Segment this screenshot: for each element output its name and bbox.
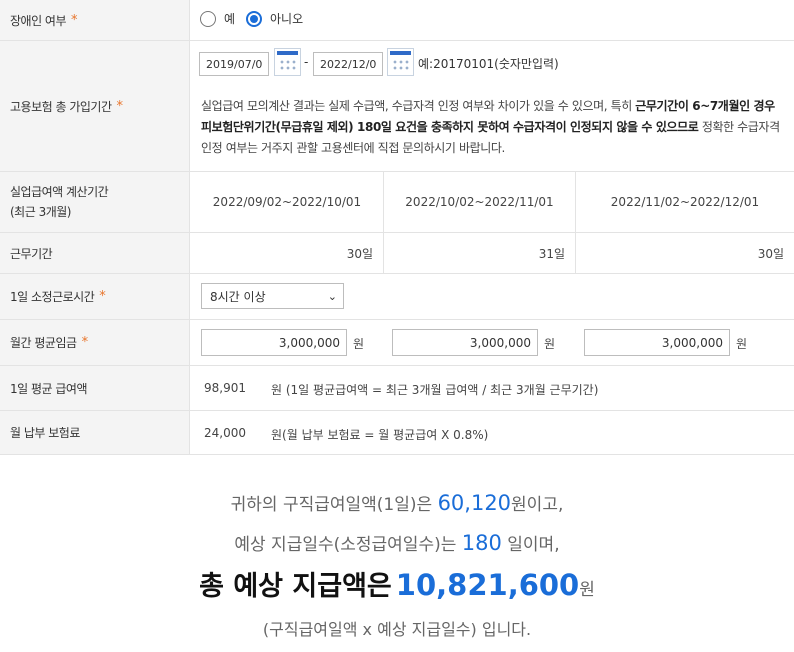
row-calc-period: 실업급여액 계산기간 (최근 3개월) 2022/09/02~2022/10/0… bbox=[0, 172, 794, 233]
date-separator: - bbox=[304, 55, 309, 69]
total-amount: 10,821,600 bbox=[395, 568, 580, 602]
insurance-period-label: 고용보험 총 가입기간 bbox=[10, 99, 112, 114]
radio-no[interactable]: 아니오 bbox=[246, 10, 303, 27]
required-mark: * bbox=[116, 98, 124, 114]
notice-part: 실업급여 모의계산 결과는 실제 수급액, 수급자격 인정 여부와 차이가 있을… bbox=[201, 99, 636, 113]
row-work-days: 근무기간 30일 31일 30일 bbox=[0, 233, 794, 274]
start-date-input[interactable] bbox=[199, 52, 269, 76]
wage-unit: 원 bbox=[353, 337, 365, 351]
result-line-4: (구직급여일액 x 예상 지급일수) 입니다. bbox=[262, 620, 532, 639]
work-days-cell: 30일 bbox=[346, 246, 373, 261]
calc-period-sublabel: (최근 3개월) bbox=[10, 205, 71, 219]
wage-unit: 원 bbox=[736, 337, 748, 351]
daily-hours-select[interactable]: 8시간 이상 ⌄ bbox=[201, 283, 344, 309]
calendar-icon[interactable] bbox=[387, 48, 414, 76]
radio-circle-icon[interactable] bbox=[200, 10, 216, 27]
row-daily-hours: 1일 소정근로시간 * bbox=[0, 274, 794, 320]
wage-input-month-2[interactable] bbox=[392, 329, 538, 356]
label-cell: 실업급여액 계산기간 (최근 3개월) bbox=[0, 172, 190, 232]
result-text: 귀하의 구직급여일액(1일)은 bbox=[230, 495, 438, 515]
disability-label: 장애인 여부 bbox=[10, 13, 67, 28]
daily-average-value: 98,901 bbox=[204, 381, 246, 395]
label-cell: 월간 평균임금 * bbox=[0, 320, 190, 365]
result-line-2: 예상 지급일수(소정급여일수)는 180 일이며, bbox=[0, 530, 794, 555]
label-cell: 장애인 여부 * bbox=[0, 0, 190, 40]
result-line-1: 귀하의 구직급여일액(1일)은 60,120원이고, bbox=[0, 490, 794, 515]
wage-input-month-1[interactable] bbox=[201, 329, 347, 356]
result-text: 일이며, bbox=[501, 535, 560, 555]
calc-period-label: 실업급여액 계산기간 bbox=[10, 185, 109, 199]
period-cell: 2022/09/02~2022/10/01 bbox=[212, 195, 362, 209]
label-cell: 1일 소정근로시간 * bbox=[0, 274, 190, 319]
required-mark: * bbox=[71, 12, 78, 28]
result-text: 원이고, bbox=[511, 495, 564, 515]
required-mark: * bbox=[81, 335, 89, 350]
daily-hours-value: 8시간 이상 bbox=[210, 289, 266, 304]
work-days-label: 근무기간 bbox=[10, 246, 53, 261]
payment-days: 180 bbox=[461, 531, 502, 555]
radio-no-label: 아니오 bbox=[270, 12, 304, 26]
chevron-down-icon: ⌄ bbox=[327, 290, 337, 303]
label-cell: 월 납부 보험료 bbox=[0, 411, 190, 454]
result-text: 원 bbox=[579, 580, 595, 600]
disability-options: 예 아니오 bbox=[191, 0, 794, 40]
daily-average-desc: 원 (1일 평균급여액 = 최근 3개월 급여액 / 최근 3개월 근무기간) bbox=[271, 383, 599, 397]
result-text: 예상 지급일수(소정급여일수)는 bbox=[234, 535, 462, 555]
wage-input-month-3[interactable] bbox=[584, 329, 730, 356]
total-label: 총 예상 지급액은 bbox=[199, 571, 392, 602]
radio-yes[interactable]: 예 bbox=[200, 10, 235, 27]
work-days-cell: 31일 bbox=[538, 246, 565, 261]
row-disability: 장애인 여부 * 예 아니오 bbox=[0, 0, 794, 41]
calendar-icon[interactable] bbox=[274, 48, 301, 76]
label-cell: 1일 평균 급여액 bbox=[0, 366, 190, 410]
daily-hours-label: 1일 소정근로시간 bbox=[10, 290, 95, 304]
period-cell: 2022/10/02~2022/11/01 bbox=[405, 195, 554, 209]
monthly-wage-label: 월간 평균임금 bbox=[10, 336, 77, 350]
work-days-cell: 30일 bbox=[757, 246, 784, 261]
radio-checked-icon[interactable] bbox=[246, 10, 262, 27]
daily-benefit-amount: 60,120 bbox=[437, 491, 512, 515]
monthly-premium-desc: 원(월 납부 보험료 = 월 평균급여 X 0.8%) bbox=[271, 428, 489, 442]
date-format-hint: 예:20170101(숫자만입력) bbox=[418, 57, 559, 71]
wage-unit: 원 bbox=[544, 337, 556, 351]
daily-average-label: 1일 평균 급여액 bbox=[10, 381, 88, 396]
radio-yes-label: 예 bbox=[224, 12, 236, 26]
end-date-input[interactable] bbox=[313, 52, 383, 76]
notice-text: 실업급여 모의계산 결과는 실제 수급액, 수급자격 인정 여부와 차이가 있을… bbox=[201, 96, 786, 159]
label-cell: 고용보험 총 가입기간 * bbox=[0, 41, 190, 171]
label-cell: 근무기간 bbox=[0, 233, 190, 273]
required-mark: * bbox=[99, 289, 106, 304]
monthly-premium-value: 24,000 bbox=[204, 426, 246, 440]
result-line-3: 총 예상 지급액은 10,821,600원 bbox=[0, 564, 794, 603]
monthly-premium-label: 월 납부 보험료 bbox=[10, 426, 80, 440]
period-cell: 2022/11/02~2022/12/01 bbox=[610, 195, 760, 209]
